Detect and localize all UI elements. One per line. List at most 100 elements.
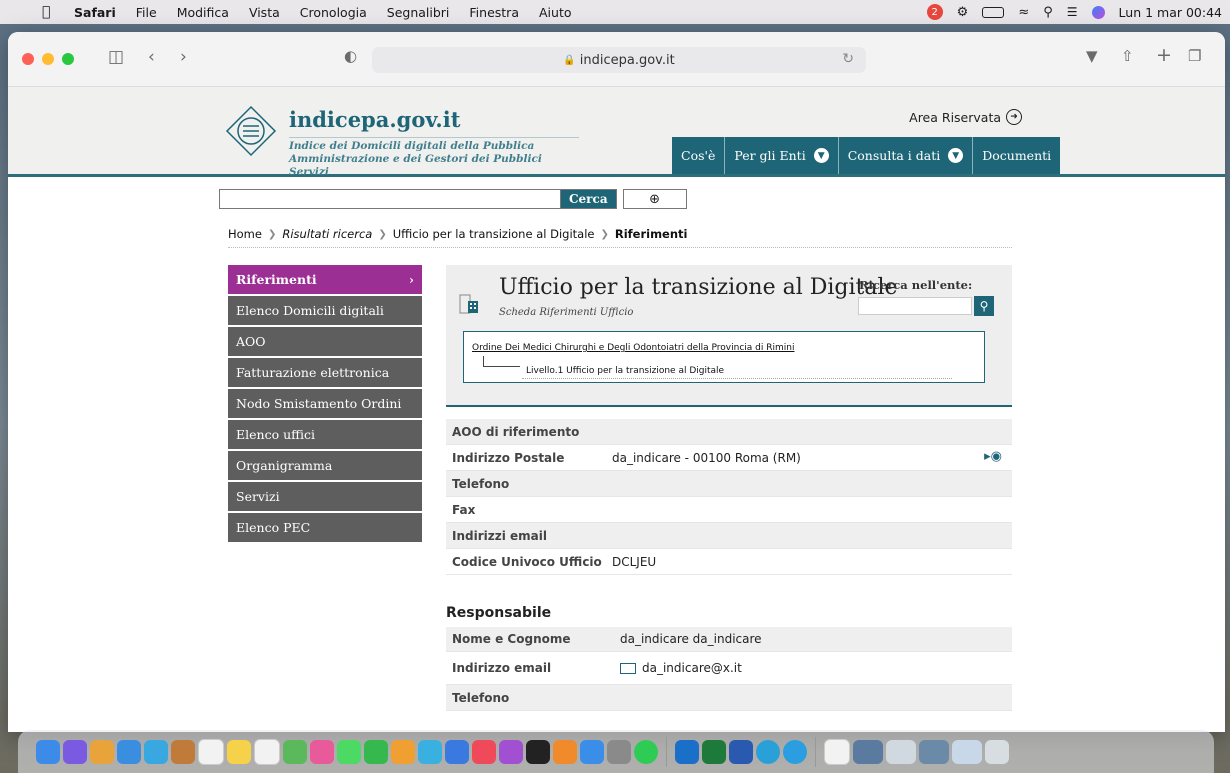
siri-icon[interactable] [1091,5,1105,19]
menu-modifica[interactable]: Modifica [177,5,229,20]
edge-icon[interactable] [756,739,780,764]
wifi-icon[interactable]: ≈ [1018,5,1029,20]
share-icon[interactable]: ⇧ [1121,47,1134,65]
menu-cronologia[interactable]: Cronologia [300,5,367,20]
nav-documenti[interactable]: Documenti [973,137,1060,174]
control-center-icon[interactable]: ☰ [1067,5,1078,19]
maps-icon[interactable] [283,739,307,764]
nav-consulta-i-dati[interactable]: Consulta i dati ▼ [839,137,974,174]
site-logo-icon[interactable] [225,105,277,157]
site-header: indicepa.gov.it Indice dei Domicili digi… [8,87,1225,178]
side-item-fatturazione[interactable]: Fatturazione elettronica [228,358,422,389]
ente-search-input[interactable] [858,297,972,315]
breadcrumb-current: Riferimenti [614,227,688,241]
window-thumbnail-icon[interactable] [952,739,982,764]
side-item-aoo[interactable]: AOO [228,327,422,358]
back-icon[interactable]: ‹ [148,47,155,67]
menu-segnalibri[interactable]: Segnalibri [387,5,450,20]
clock[interactable]: Lun 1 mar 00:44 [1119,5,1222,20]
breadcrumb-home[interactable]: Home [228,227,262,241]
photos-icon[interactable] [310,739,334,764]
advanced-search-button[interactable]: ⊕ [622,189,687,209]
menu-vista[interactable]: Vista [249,5,280,20]
mail-icon[interactable] [117,739,141,764]
menu-finestra[interactable]: Finestra [469,5,519,20]
breadcrumb-ufficio[interactable]: Ufficio per la transizione al Digitale [393,227,595,241]
document-icon[interactable] [824,738,850,765]
messages-icon[interactable] [337,739,361,764]
notes-icon[interactable] [227,739,251,764]
privacy-shield-icon[interactable]: ◐ [344,47,357,65]
address-bar[interactable]: 🔒 indicepa.gov.it ↻ [372,47,866,73]
side-item-riferimenti[interactable]: Riferimenti › [228,265,422,296]
keynote-icon[interactable] [445,739,469,764]
sidebar-toggle-icon[interactable]: ◫ [108,47,124,67]
forward-icon[interactable]: › [180,47,187,67]
main-nav: Cos'è Per gli Enti ▼ Consulta i dati ▼ Doc… [672,137,1061,174]
minimize-window-button[interactable] [42,53,54,65]
battery-icon[interactable] [982,6,1005,18]
telegram-icon[interactable] [783,739,807,764]
breadcrumb-risultati[interactable]: Risultati ricerca [282,227,372,241]
freeform-icon[interactable] [391,739,415,764]
safari-window: ◫ ‹ › ◐ 🔒 indicepa.gov.it ↻ ▼ ⇧ + ❐ indi… [8,32,1225,732]
calendar-icon[interactable] [198,738,224,765]
word-icon[interactable] [729,739,753,764]
podcasts-icon[interactable] [499,739,523,764]
side-item-domicili[interactable]: Elenco Domicili digitali [228,296,422,327]
launchpad-icon[interactable] [90,739,114,764]
system-preferences-icon[interactable] [607,739,631,764]
numbers-icon[interactable] [418,739,442,764]
zoom-window-button[interactable] [62,53,74,65]
reminders-icon[interactable] [254,738,280,765]
tv-icon[interactable] [526,739,550,764]
downloads-icon[interactable]: ▼ [1086,47,1098,65]
side-item-elenco-uffici[interactable]: Elenco uffici [228,420,422,451]
menu-app-name[interactable]: Safari [74,5,116,20]
books-icon[interactable] [553,739,577,764]
area-riservata-link[interactable]: Area Riservata ➜ [909,109,1022,125]
whatsapp-icon[interactable] [634,739,658,764]
finder-icon[interactable] [36,739,60,764]
side-item-elenco-pec[interactable]: Elenco PEC [228,513,422,544]
excel-icon[interactable] [702,739,726,764]
nav-consulta-label: Consulta i dati [847,148,941,163]
trash-icon[interactable] [985,739,1009,764]
siri-app-icon[interactable] [63,739,87,764]
menu-file[interactable]: File [136,5,157,20]
window-thumbnail-icon[interactable] [886,739,916,764]
map-location-icon[interactable]: ▸◉ [984,449,1002,464]
window-thumbnail-icon[interactable] [853,739,883,764]
menu-aiuto[interactable]: Aiuto [539,5,572,20]
search-button[interactable]: Cerca [561,189,617,209]
side-item-nodo-smistamento[interactable]: Nodo Smistamento Ordini [228,389,422,420]
outlook-icon[interactable] [675,739,699,764]
table-row: Indirizzo email da_indicare@x.it [446,652,1012,685]
nav-cose[interactable]: Cos'è [672,137,726,174]
reload-icon[interactable]: ↻ [842,51,854,67]
contacts-icon[interactable] [171,739,195,764]
nav-per-gli-enti[interactable]: Per gli Enti ▼ [725,137,839,174]
site-title[interactable]: indicepa.gov.it [289,107,460,132]
email-link[interactable]: da_indicare@x.it [620,661,1012,675]
table-row: Telefono [446,685,1012,711]
row-label: Nome e Cognome [452,632,571,646]
close-window-button[interactable] [22,53,34,65]
side-item-servizi[interactable]: Servizi [228,482,422,513]
window-thumbnail-icon[interactable] [919,739,949,764]
safari-icon[interactable] [144,739,168,764]
app-store-icon[interactable] [580,739,604,764]
new-tab-icon[interactable]: + [1156,44,1172,66]
tree-parent-link[interactable]: Ordine Dei Medici Chirurghi e Degli Odon… [472,343,794,353]
card-subtitle: Scheda Riferimenti Ufficio [499,307,634,318]
search-input[interactable] [219,189,561,209]
status-app-icon[interactable]: ⚙ [957,5,969,20]
ente-search-button[interactable]: ⚲ [974,296,994,316]
spotlight-search-icon[interactable]: ⚲ [1043,5,1053,20]
notification-badge-icon[interactable]: 2 [926,4,943,20]
facetime-icon[interactable] [364,739,388,764]
music-icon[interactable] [472,739,496,764]
apple-icon[interactable]:  [42,4,60,20]
side-item-organigramma[interactable]: Organigramma [228,451,422,482]
tab-overview-icon[interactable]: ❐ [1188,47,1201,65]
